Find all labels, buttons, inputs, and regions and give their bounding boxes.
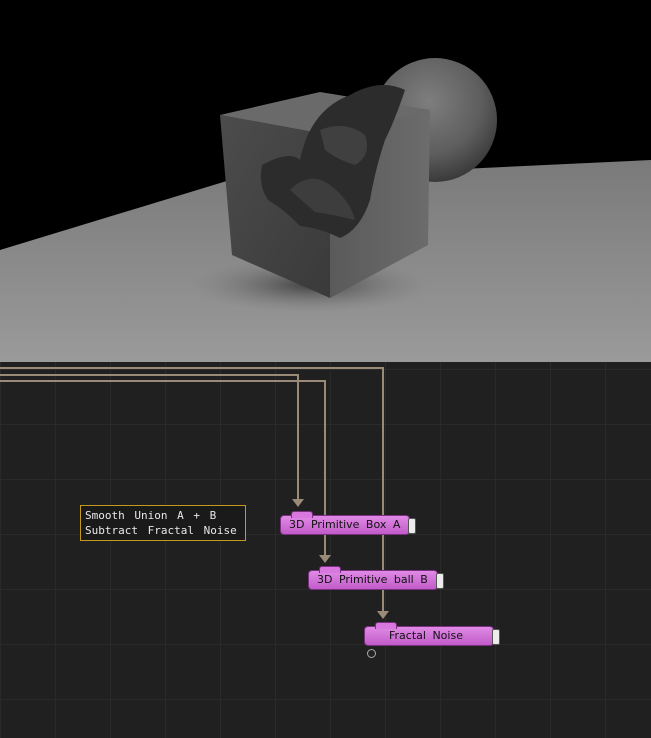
node-label: 3D Primitive Box A — [289, 518, 401, 531]
sticky-note[interactable]: Smooth Union A + B Subtract Fractal Nois… — [80, 505, 246, 541]
arrow-head-noise — [377, 611, 389, 619]
node-label: 3D Primitive ball B — [317, 573, 428, 586]
note-line-2: Subtract Fractal Noise — [85, 524, 237, 537]
node-input-tab[interactable] — [319, 566, 341, 573]
arrow-head-box — [292, 499, 304, 507]
node-input-tab[interactable] — [291, 511, 313, 518]
output-port-icon[interactable] — [367, 649, 376, 658]
note-line-1: Smooth Union A + B — [85, 509, 217, 522]
node-input-tab[interactable] — [375, 622, 397, 629]
arrow-head-ball — [319, 555, 331, 563]
3d-viewport[interactable] — [0, 0, 651, 362]
node-output-handle[interactable] — [492, 629, 500, 645]
node-output-handle[interactable] — [408, 518, 416, 534]
node-3d-primitive-box-a[interactable]: 3D Primitive Box A — [280, 511, 416, 535]
rendered-scene — [0, 0, 651, 362]
node-output-handle[interactable] — [436, 573, 444, 589]
node-label: Fractal Noise — [389, 629, 463, 642]
node-wires — [0, 367, 389, 619]
wire-to-box-a — [0, 374, 299, 500]
node-graph[interactable]: Smooth Union A + B Subtract Fractal Nois… — [0, 362, 651, 738]
node-3d-primitive-ball-b[interactable]: 3D Primitive ball B — [308, 566, 444, 590]
node-fractal-noise[interactable]: Fractal Noise — [364, 622, 500, 646]
